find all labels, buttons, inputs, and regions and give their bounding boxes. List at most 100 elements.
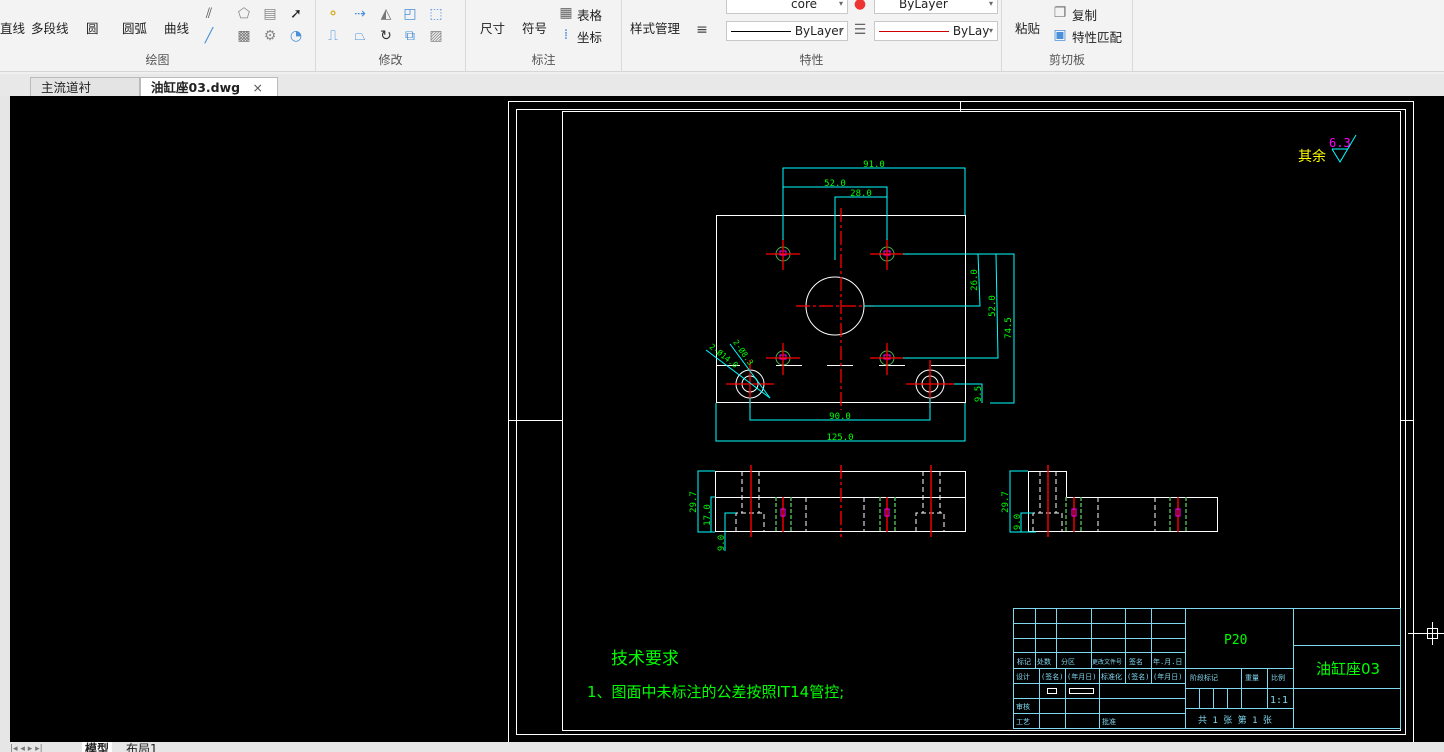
tb-date: 年.月.日 — [1153, 657, 1182, 666]
lineweight-value: ByLay — [952, 24, 990, 38]
clipboard-group: 粘贴 ❐ 复制 ▣ 特性匹配 剪切板 — [1002, 0, 1133, 72]
tab-layout1[interactable]: 布局1 — [126, 742, 158, 752]
tb-stage: 阶段标记 — [1190, 673, 1218, 682]
tab-main-sprue[interactable]: 主流道衬套.dwg — [30, 77, 140, 114]
symbol-tool[interactable]: 符号 — [522, 18, 547, 37]
hatch-icon[interactable]: ▩ — [236, 28, 252, 44]
arc-tool[interactable]: 圆弧 — [122, 18, 147, 37]
side-view: 29.7 9.0 — [1001, 465, 1218, 537]
drawing-canvas[interactable]: 91.0 52.0 28.0 90.0 125.0 26.0 52.0 74.5… — [10, 96, 1444, 742]
edit-hatch-icon[interactable]: ▨ — [428, 28, 444, 44]
move-icon[interactable]: ⚬ — [325, 6, 341, 22]
dim-91: 91.0 — [863, 160, 885, 170]
tb-approve: 批准 — [1102, 717, 1116, 726]
roughness-label: 其余 — [1298, 148, 1326, 165]
stretch-icon[interactable]: ⏢ — [352, 28, 368, 44]
dim-125: 125.0 — [826, 433, 853, 443]
color-value: ByLayer — [899, 0, 948, 11]
polyline-tool[interactable]: 多段线 — [31, 18, 69, 37]
dim-9-side: 9.0 — [1013, 514, 1023, 530]
annotate-group: 尺寸 符号 ▦ 表格 ⁞ 坐标 标注 — [466, 0, 622, 72]
properties-group: 样式管理 core ▾ ● ByLayer ▾ ≡ ByLayer ▾ ☰ ByLay… — [622, 0, 1002, 72]
layer-value: core — [791, 0, 817, 11]
tech-requirements-title: 技术要求 — [611, 649, 679, 669]
gear-icon[interactable]: ⚙ — [262, 28, 278, 44]
style-manager-button[interactable]: 样式管理 — [630, 18, 680, 37]
color-wheel-icon[interactable]: ● — [852, 0, 868, 12]
array-icon[interactable]: ⬚ — [428, 6, 444, 22]
multiline-icon[interactable]: ⫽ — [201, 6, 217, 22]
paste-button[interactable]: 粘贴 — [1015, 18, 1040, 37]
dim-29-7-side: 29.7 — [1001, 491, 1011, 513]
properties-group-label: 特性 — [799, 53, 824, 67]
dim-26: 26.0 — [970, 269, 980, 291]
tb-sign: 签名 — [1129, 657, 1143, 666]
tb-scale: 1:1 — [1270, 695, 1288, 706]
extend-icon[interactable]: ⇢ — [352, 6, 368, 22]
match-properties-icon: ▣ — [1053, 27, 1067, 43]
color-select[interactable]: ByLayer ▾ — [874, 0, 998, 14]
annotate-group-label: 标注 — [531, 53, 556, 67]
lineweight-select[interactable]: ByLay ▾ — [874, 21, 998, 41]
linetype-value: ByLayer — [794, 24, 844, 38]
curve-tool[interactable]: 曲线 — [164, 18, 189, 37]
draw-group: 直线 多段线 圆 圆弧 曲线 ⫽ ╱ ⬠ ▩ ▤ ⚙ ➚ ◔ 绘图 — [0, 0, 316, 72]
tb-zone: 分区 — [1061, 657, 1075, 666]
linetype-select[interactable]: ByLayer ▾ — [726, 21, 848, 41]
block-icon[interactable]: ▤ — [262, 6, 278, 22]
tb-design-date: (年月日) — [1067, 672, 1096, 681]
dimension-tool[interactable]: 尺寸 — [480, 18, 505, 37]
pick-icon[interactable]: ➚ — [288, 6, 304, 22]
document-tabs: 主流道衬套.dwg 油缸座03.dwg × — [0, 74, 1444, 114]
region-icon[interactable]: ◔ — [288, 28, 304, 44]
front-view: 29.7 17.0 9.0 — [689, 465, 966, 551]
dim-17: 17.0 — [703, 504, 713, 526]
draw-group-label: 绘图 — [145, 53, 170, 67]
modify-group-label: 修改 — [378, 53, 403, 67]
copy-3d-icon[interactable]: ⧉ — [402, 28, 418, 44]
offset-icon[interactable]: ⎍ — [325, 28, 341, 44]
tab-model[interactable]: 模型 — [82, 742, 113, 752]
tb-sheets: 共 1 张 第 1 张 — [1198, 714, 1272, 726]
lineweight-icon: ☰ — [853, 22, 867, 38]
tb-weight: 重量 — [1245, 674, 1259, 682]
tab-nav-arrows-icon[interactable]: |◂ ◂ ▸ ▸| — [10, 742, 43, 752]
tb-material: P20 — [1224, 633, 1247, 648]
tab-cylinder-base[interactable]: 油缸座03.dwg × — [140, 77, 278, 96]
table-tool[interactable]: 表格 — [577, 5, 602, 24]
tb-part-name: 油缸座03 — [1316, 660, 1380, 678]
tb-standard: 标准化 — [1101, 672, 1122, 681]
tb-mark: 标记 — [1017, 657, 1031, 666]
dim-52-vertical: 52.0 — [988, 295, 998, 317]
close-icon[interactable]: × — [252, 80, 262, 95]
tb-standard-sign: (签名) — [1127, 672, 1149, 681]
dim-29-7-front: 29.7 — [689, 491, 699, 513]
circle-tool[interactable]: 圆 — [86, 18, 99, 37]
dim-74-5: 74.5 — [1004, 317, 1014, 339]
scale-icon[interactable]: ◰ — [402, 6, 418, 22]
linetype-icon[interactable]: ≡ — [694, 22, 710, 38]
dim-90: 90.0 — [829, 412, 851, 422]
line-tool[interactable]: 直线 — [0, 18, 25, 37]
match-properties-button[interactable]: 特性匹配 — [1072, 27, 1122, 46]
coordinate-tool[interactable]: 坐标 — [577, 27, 602, 46]
dim-52-horizontal: 52.0 — [824, 179, 846, 189]
ribbon: 直线 多段线 圆 圆弧 曲线 ⫽ ╱ ⬠ ▩ ▤ ⚙ ➚ ◔ 绘图 ⚬ ⇢ ◭ … — [0, 0, 1444, 72]
tab-label: 油缸座03.dwg — [151, 80, 241, 95]
tb-design: 设计 — [1016, 672, 1030, 681]
copy-button[interactable]: 复制 — [1072, 5, 1097, 24]
dim-9-5: 9.5 — [974, 386, 984, 402]
tb-change-doc: 更改文件号 — [1092, 658, 1122, 666]
tb-count: 处数 — [1037, 657, 1051, 666]
title-block: 标记 处数 分区 更改文件号 签名 年.月.日 设计 (签名) (年月日) 标准… — [1013, 608, 1401, 729]
ray-icon[interactable]: ╱ — [201, 28, 217, 44]
dim-9-front: 9.0 — [717, 535, 727, 551]
polygon-icon[interactable]: ⬠ — [236, 6, 252, 22]
layer-select[interactable]: core ▾ — [726, 0, 848, 14]
mirror-icon[interactable]: ◭ — [378, 6, 394, 22]
layout-tabs: |◂ ◂ ▸ ▸| 模型 布局1 — [0, 742, 1444, 752]
table-icon: ▦ — [559, 5, 573, 21]
rotate-icon[interactable]: ↻ — [378, 28, 394, 44]
clipboard-group-label: 剪切板 — [1048, 53, 1085, 67]
tb-craft: 工艺 — [1016, 718, 1030, 726]
